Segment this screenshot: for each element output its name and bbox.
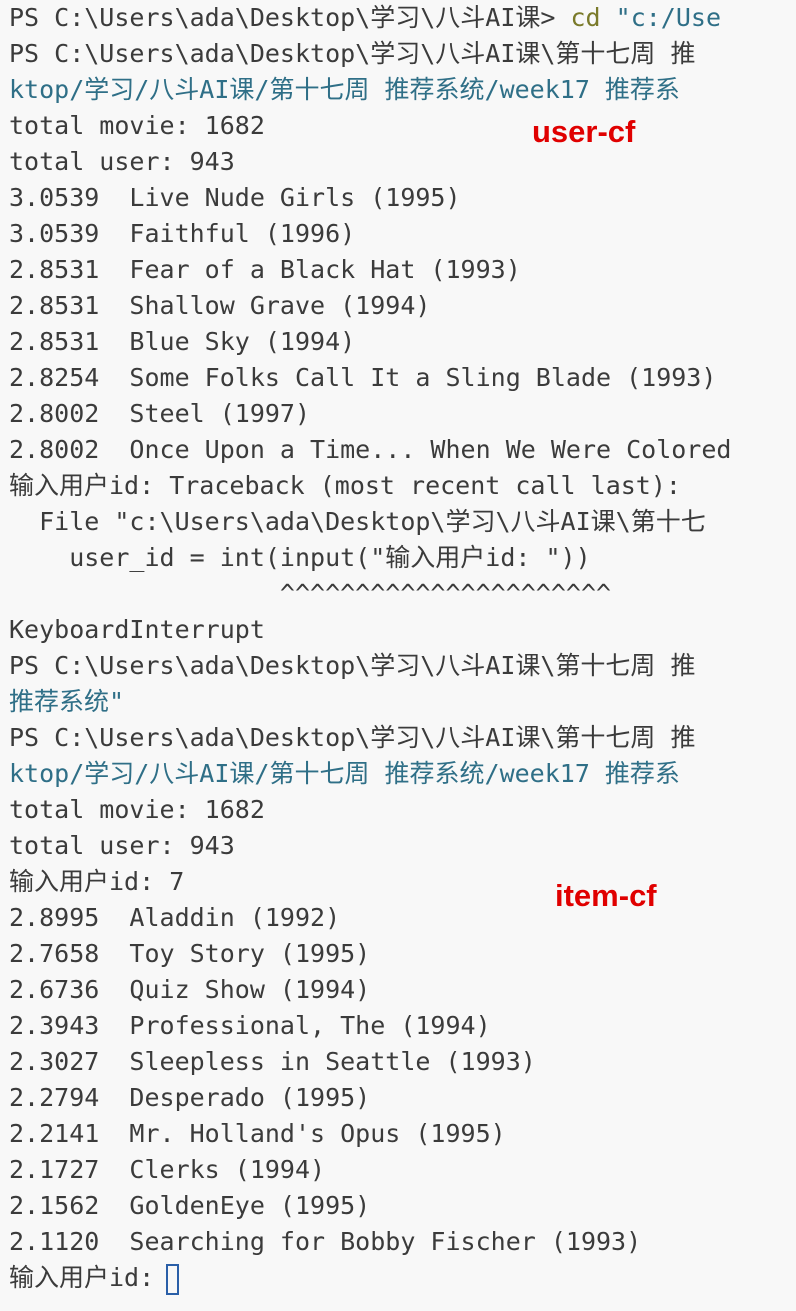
terminal-output[interactable]: PS C:\Users\ada\Desktop\学习\八斗AI课> cd "c:… [9, 0, 796, 1296]
output-text: total user: 943 [9, 831, 235, 860]
prompt-text: PS C:\Users\ada\Desktop\学习\八斗AI课\第十七周 推 [9, 651, 696, 680]
annotation-item-cf: item-cf [555, 878, 657, 913]
terminal-line: total movie: 1682 [9, 108, 796, 144]
output-text: 2.6736 Quiz Show (1994) [9, 975, 371, 1004]
output-text: 2.2141 Mr. Holland's Opus (1995) [9, 1119, 506, 1148]
terminal-line: ktop/学习/八斗AI课/第十七周 推荐系统/week17 推荐系 [9, 72, 796, 108]
terminal-line: user_id = int(input("输入用户id: ")) [9, 540, 796, 576]
terminal-line: PS C:\Users\ada\Desktop\学习\八斗AI课\第十七周 推 [9, 648, 796, 684]
terminal-line: 2.8531 Fear of a Black Hat (1993) [9, 252, 796, 288]
terminal-line: 2.1562 GoldenEye (1995) [9, 1188, 796, 1224]
output-text: total movie: 1682 [9, 795, 265, 824]
terminal-line: 3.0539 Live Nude Girls (1995) [9, 180, 796, 216]
output-text: 2.1727 Clerks (1994) [9, 1155, 326, 1184]
output-text: 2.1120 Searching for Bobby Fischer (1993… [9, 1227, 642, 1256]
output-text: 2.3027 Sleepless in Seattle (1993) [9, 1047, 536, 1076]
terminal-line: 2.3027 Sleepless in Seattle (1993) [9, 1044, 796, 1080]
terminal-line: 2.8002 Steel (1997) [9, 396, 796, 432]
output-text: 2.8995 Aladdin (1992) [9, 903, 341, 932]
command-text: cd [570, 3, 616, 32]
terminal-line: KeyboardInterrupt [9, 612, 796, 648]
output-text: 2.8531 Shallow Grave (1994) [9, 291, 431, 320]
output-text: user_id = int(input("输入用户id: ")) [9, 543, 591, 572]
terminal-line: 2.8002 Once Upon a Time... When We Were … [9, 432, 796, 468]
terminal-line: 2.7658 Toy Story (1995) [9, 936, 796, 972]
terminal-line: PS C:\Users\ada\Desktop\学习\八斗AI课\第十七周 推 [9, 720, 796, 756]
output-text: File "c:\Users\ada\Desktop\学习\八斗AI课\第十七 [9, 507, 706, 536]
output-text: 2.8002 Once Upon a Time... When We Were … [9, 435, 732, 464]
output-text: ^^^^^^^^^^^^^^^^^^^^^^ [9, 579, 612, 608]
command-argument: "c:/Use [615, 3, 722, 32]
output-text: 2.2794 Desperado (1995) [9, 1083, 371, 1112]
output-text: KeyboardInterrupt [9, 615, 265, 644]
output-text: total movie: 1682 [9, 111, 265, 140]
output-text: 2.8531 Fear of a Black Hat (1993) [9, 255, 521, 284]
terminal-line: 2.2141 Mr. Holland's Opus (1995) [9, 1116, 796, 1152]
input-prompt: 输入用户id: [9, 1263, 155, 1292]
terminal-line: ^^^^^^^^^^^^^^^^^^^^^^ [9, 576, 796, 612]
output-text: 2.8531 Blue Sky (1994) [9, 327, 356, 356]
output-text: 2.8254 Some Folks Call It a Sling Blade … [9, 363, 717, 392]
terminal-line: 输入用户id: [9, 1260, 796, 1296]
terminal-line: PS C:\Users\ada\Desktop\学习\八斗AI课> cd "c:… [9, 0, 796, 36]
terminal-line: 2.8531 Blue Sky (1994) [9, 324, 796, 360]
terminal-line: total user: 943 [9, 828, 796, 864]
terminal-line: 2.8531 Shallow Grave (1994) [9, 288, 796, 324]
terminal-line: 2.1120 Searching for Bobby Fischer (1993… [9, 1224, 796, 1260]
prompt-text: PS C:\Users\ada\Desktop\学习\八斗AI课\第十七周 推 [9, 723, 696, 752]
terminal-line: 2.8995 Aladdin (1992) [9, 900, 796, 936]
path-continuation: ktop/学习/八斗AI课/第十七周 推荐系统/week17 推荐系 [9, 75, 680, 104]
terminal-line: 输入用户id: 7 [9, 864, 796, 900]
terminal-line: ktop/学习/八斗AI课/第十七周 推荐系统/week17 推荐系 [9, 756, 796, 792]
terminal-line: File "c:\Users\ada\Desktop\学习\八斗AI课\第十七 [9, 504, 796, 540]
output-text: 2.7658 Toy Story (1995) [9, 939, 371, 968]
output-text: 3.0539 Live Nude Girls (1995) [9, 183, 461, 212]
path-continuation: ktop/学习/八斗AI课/第十七周 推荐系统/week17 推荐系 [9, 759, 680, 788]
terminal-line: 2.6736 Quiz Show (1994) [9, 972, 796, 1008]
output-text: 输入用户id: Traceback (most recent call last… [9, 471, 681, 500]
terminal-line: 2.1727 Clerks (1994) [9, 1152, 796, 1188]
output-text: total user: 943 [9, 147, 235, 176]
terminal-line: 推荐系统" [9, 684, 796, 720]
prompt-text: PS C:\Users\ada\Desktop\学习\八斗AI课\第十七周 推 [9, 39, 696, 68]
annotation-user-cf: user-cf [532, 114, 636, 149]
output-text: 2.8002 Steel (1997) [9, 399, 311, 428]
path-continuation: 推荐系统" [9, 687, 125, 716]
prompt-text: PS C:\Users\ada\Desktop\学习\八斗AI课> [9, 3, 571, 32]
output-text: 3.0539 Faithful (1996) [9, 219, 356, 248]
terminal-line: PS C:\Users\ada\Desktop\学习\八斗AI课\第十七周 推 [9, 36, 796, 72]
output-text: 输入用户id: 7 [9, 867, 185, 896]
terminal-line: total movie: 1682 [9, 792, 796, 828]
terminal-line: 2.2794 Desperado (1995) [9, 1080, 796, 1116]
terminal-line: total user: 943 [9, 144, 796, 180]
output-text: 2.3943 Professional, The (1994) [9, 1011, 491, 1040]
text-cursor[interactable] [166, 1263, 180, 1295]
terminal-line: 2.3943 Professional, The (1994) [9, 1008, 796, 1044]
terminal-line: 2.8254 Some Folks Call It a Sling Blade … [9, 360, 796, 396]
terminal-line: 3.0539 Faithful (1996) [9, 216, 796, 252]
output-text: 2.1562 GoldenEye (1995) [9, 1191, 371, 1220]
terminal-line: 输入用户id: Traceback (most recent call last… [9, 468, 796, 504]
